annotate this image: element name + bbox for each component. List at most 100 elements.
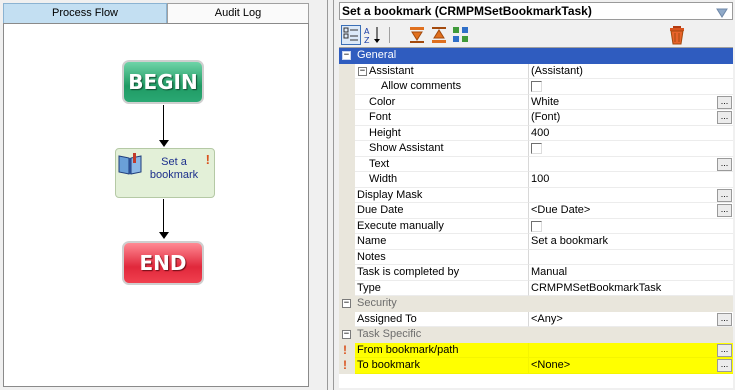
end-node[interactable]: END: [122, 241, 204, 285]
property-name: Assigned To: [357, 312, 417, 325]
property-row-color[interactable]: Color White...: [339, 94, 733, 110]
property-value: <None>: [531, 359, 571, 371]
property-row-name[interactable]: Name Set a bookmark: [339, 234, 733, 250]
begin-node[interactable]: BEGIN: [122, 60, 204, 104]
collapse-icon[interactable]: −: [342, 299, 351, 308]
property-name: Color: [369, 95, 396, 108]
category-task-specific[interactable]: − Task Specific: [339, 327, 733, 343]
property-row-text[interactable]: Text ...: [339, 156, 733, 172]
svg-text:A: A: [364, 27, 370, 36]
property-value[interactable]: [529, 250, 733, 265]
warning-icon: !: [343, 358, 347, 372]
ellipsis-button[interactable]: ...: [717, 312, 732, 326]
pane-splitter[interactable]: [325, 0, 337, 390]
property-row-due-date[interactable]: Due Date <Due Date>...: [339, 203, 733, 219]
collapse-icon[interactable]: −: [342, 330, 351, 339]
category-label: Security: [357, 297, 397, 309]
property-value[interactable]: 100: [529, 172, 733, 188]
property-name: Due Date: [357, 204, 404, 216]
splitter-line-right: [333, 0, 334, 390]
property-name: Notes: [357, 250, 386, 263]
category-general[interactable]: − General: [339, 48, 733, 64]
property-grid: − General − Assistant (Assistant) Allow …: [339, 47, 733, 388]
property-name: Font: [369, 111, 392, 123]
property-value: (Font): [531, 111, 561, 123]
category-label: Task Specific: [357, 328, 422, 340]
execute-manually-checkbox[interactable]: [531, 220, 542, 232]
property-row-task-completed-by[interactable]: Task is completed by Manual: [339, 265, 733, 281]
ellipsis-button[interactable]: ...: [717, 188, 732, 202]
svg-text:Z: Z: [364, 36, 370, 45]
property-name: Task is completed by: [357, 266, 460, 278]
property-value[interactable]: (Assistant): [529, 64, 733, 79]
property-name: To bookmark: [357, 359, 420, 371]
property-row-height[interactable]: Height 400: [339, 125, 733, 141]
property-row-assistant[interactable]: − Assistant (Assistant): [339, 63, 733, 79]
alphabetical-sort-icon[interactable]: A Z: [363, 25, 383, 45]
property-name: Execute manually: [357, 219, 444, 232]
inspector-toolbar: A Z: [339, 23, 733, 47]
ellipsis-button[interactable]: ...: [717, 343, 732, 357]
property-row-show-assistant[interactable]: Show Assistant: [339, 141, 733, 157]
ellipsis-button[interactable]: ...: [717, 359, 732, 372]
task-node-set-bookmark[interactable]: Set a bookmark !: [115, 148, 215, 198]
property-name: Name: [357, 235, 387, 247]
connector-begin-task: [163, 105, 164, 141]
property-row-type[interactable]: Type CRMPMSetBookmarkTask: [339, 280, 733, 296]
ellipsis-button[interactable]: ...: [717, 204, 732, 217]
ellipsis-button[interactable]: ...: [717, 157, 732, 171]
property-row-assigned-to[interactable]: Assigned To <Any>...: [339, 311, 733, 327]
task-label-line1: Set a: [161, 156, 187, 168]
property-row-notes[interactable]: Notes: [339, 249, 733, 265]
category-label: General: [357, 49, 397, 61]
property-value: <Due Date>: [531, 204, 591, 216]
property-name: Display Mask: [357, 188, 423, 201]
property-value: White: [531, 95, 560, 108]
property-row-execute-manually[interactable]: Execute manually: [339, 218, 733, 234]
dropdown-arrow-icon[interactable]: [716, 6, 728, 18]
property-row-font[interactable]: Font (Font)...: [339, 110, 733, 126]
allow-comments-checkbox[interactable]: [531, 81, 542, 92]
properties-icon[interactable]: [451, 25, 471, 45]
move-down-icon[interactable]: [407, 25, 427, 45]
property-name: Text: [369, 157, 390, 170]
process-flow-pane: Process Flow Audit Log BEGIN Set a bookm…: [0, 0, 312, 390]
property-row-display-mask[interactable]: Display Mask ...: [339, 187, 733, 203]
property-name: Width: [369, 173, 398, 185]
move-up-icon[interactable]: [429, 25, 449, 45]
task-label-line2: bookmark: [149, 169, 199, 181]
property-name: From bookmark/path: [357, 343, 459, 356]
connector-task-end: [163, 199, 164, 234]
property-value: <Any>: [531, 312, 563, 325]
warning-icon: !: [343, 342, 347, 357]
property-value[interactable]: CRMPMSetBookmarkTask: [529, 281, 733, 296]
property-value[interactable]: 400: [529, 126, 733, 141]
ellipsis-button[interactable]: ...: [717, 111, 732, 124]
splitter-line-left: [327, 0, 328, 390]
tab-audit-log[interactable]: Audit Log: [167, 3, 309, 23]
property-row-allow-comments[interactable]: Allow comments: [339, 79, 733, 95]
trash-icon[interactable]: [667, 25, 687, 45]
property-row-from-bookmark[interactable]: ! From bookmark/path ...: [339, 342, 733, 358]
property-name: Assistant: [369, 64, 414, 77]
category-security[interactable]: − Security: [339, 296, 733, 312]
property-value[interactable]: Manual: [529, 265, 733, 281]
book-icon: [118, 153, 142, 178]
collapse-icon[interactable]: −: [342, 51, 351, 60]
property-row-to-bookmark[interactable]: ! To bookmark <None>...: [339, 358, 733, 374]
arrow-begin-task: [159, 140, 169, 147]
warning-icon: !: [205, 152, 210, 167]
property-name: Allow comments: [381, 80, 462, 92]
show-assistant-checkbox[interactable]: [531, 143, 542, 154]
object-selector[interactable]: Set a bookmark (CRMPMSetBookmarkTask): [339, 2, 733, 20]
property-name: Type: [357, 281, 381, 294]
property-inspector: Set a bookmark (CRMPMSetBookmarkTask) A …: [337, 0, 735, 390]
property-row-width[interactable]: Width 100: [339, 172, 733, 188]
categorized-icon[interactable]: [341, 25, 361, 45]
ellipsis-button[interactable]: ...: [717, 95, 732, 109]
tab-process-flow[interactable]: Process Flow: [3, 3, 167, 23]
task-label: Set a bookmark: [144, 156, 204, 182]
property-value[interactable]: Set a bookmark: [529, 234, 733, 250]
flow-canvas[interactable]: BEGIN Set a bookmark ! END: [3, 23, 309, 387]
property-name: Height: [369, 126, 401, 139]
